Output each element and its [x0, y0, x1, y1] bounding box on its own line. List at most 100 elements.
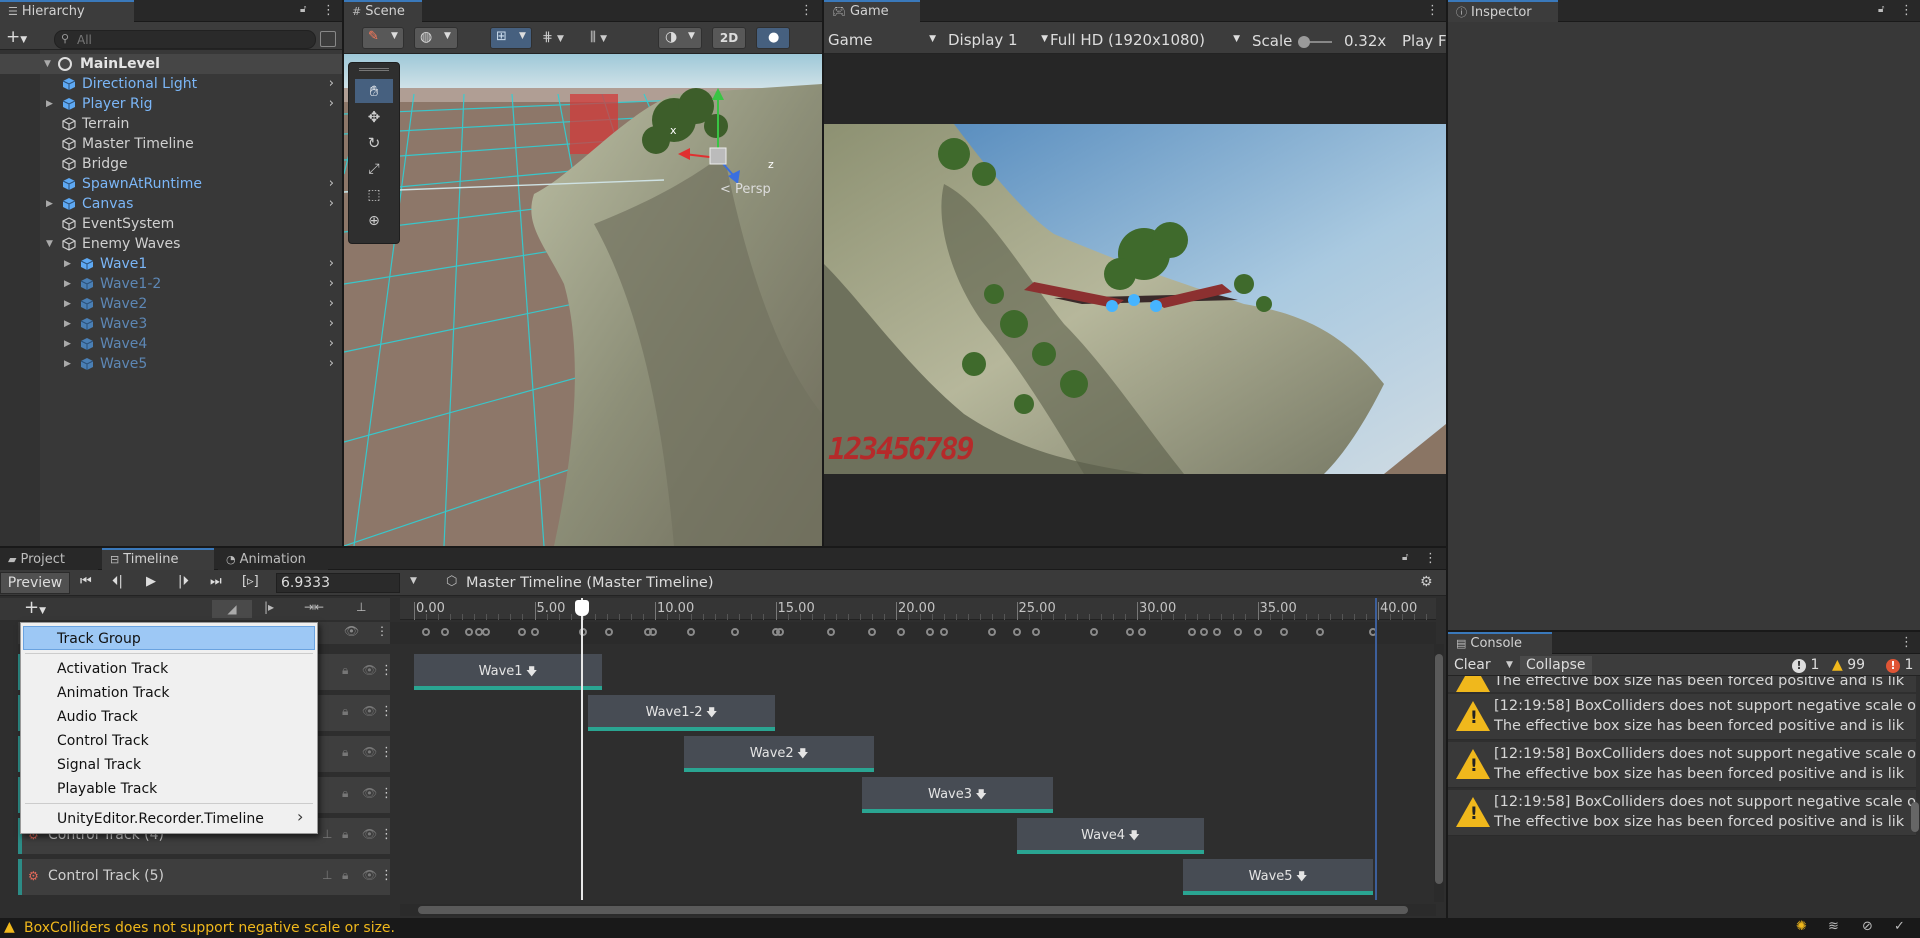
- signal-marker[interactable]: [1200, 628, 1209, 636]
- track-lock-icon[interactable]: 🔒︎: [342, 745, 348, 760]
- hierarchy-item[interactable]: ▼ Enemy Waves: [0, 234, 342, 254]
- hierarchy-item[interactable]: SpawnAtRuntime ›: [0, 174, 342, 194]
- expand-arrow-icon[interactable]: ▼: [44, 54, 51, 74]
- hierarchy-item[interactable]: ▶ Canvas ›: [0, 194, 342, 214]
- hierarchy-search-input[interactable]: ⚲ All: [54, 30, 316, 49]
- expand-arrow-icon[interactable]: ▶: [46, 194, 53, 214]
- open-prefab-chevron-icon[interactable]: ›: [329, 334, 334, 354]
- scrollbar-thumb[interactable]: [418, 906, 1408, 914]
- signal-marker[interactable]: [1188, 628, 1197, 636]
- track-menu-icon[interactable]: ⋮: [380, 745, 393, 760]
- console-row[interactable]: ! [12:19:58] BoxColliders does not suppor…: [1448, 742, 1916, 788]
- track-menu-icon[interactable]: ⋮: [380, 704, 393, 719]
- signal-marker[interactable]: [1212, 628, 1221, 636]
- track-visibility-icon[interactable]: 👁︎: [362, 827, 377, 841]
- signal-marker[interactable]: [776, 628, 785, 636]
- tab-timeline[interactable]: ⊟ Timeline: [102, 548, 214, 570]
- snap-toggle[interactable]: ⊞ ▼: [490, 27, 532, 49]
- signal-marker[interactable]: [1280, 628, 1288, 636]
- signal-marker[interactable]: [1012, 628, 1021, 636]
- lock-icon[interactable]: 🔓︎: [1878, 4, 1888, 15]
- signal-marker[interactable]: [1316, 628, 1325, 636]
- status-message[interactable]: BoxColliders does not support negative s…: [24, 920, 395, 936]
- hierarchy-item[interactable]: Master Timeline: [0, 134, 342, 154]
- open-prefab-chevron-icon[interactable]: ›: [329, 294, 334, 314]
- menu-item[interactable]: Track Group: [57, 629, 141, 649]
- expand-arrow-icon[interactable]: ▶: [64, 334, 71, 354]
- track-visibility-icon[interactable]: 👁︎: [362, 745, 377, 759]
- info-count-toggle[interactable]: ! 1: [1792, 657, 1819, 673]
- goto-end-icon[interactable]: ⏭: [210, 574, 222, 589]
- signal-marker[interactable]: [1125, 628, 1134, 636]
- signal-marker[interactable]: [730, 628, 739, 636]
- slider-thumb[interactable]: [1298, 36, 1310, 48]
- track-visibility-icon[interactable]: 👁︎: [362, 868, 377, 882]
- 2d-toggle[interactable]: 2D: [712, 27, 746, 49]
- open-prefab-chevron-icon[interactable]: ›: [329, 94, 334, 114]
- settings-gear-icon[interactable]: ⚙: [1420, 574, 1433, 590]
- warning-count-toggle[interactable]: ▲ 99: [1832, 657, 1865, 673]
- timeline-clip[interactable]: Wave3 🡇: [862, 777, 1053, 813]
- signal-marker[interactable]: [940, 628, 949, 636]
- rotate-tool-button[interactable]: ↻: [355, 131, 393, 155]
- track-menu-icon[interactable]: ⋮: [380, 663, 393, 678]
- signal-marker[interactable]: [826, 628, 835, 636]
- status-ok-icon[interactable]: ✓: [1894, 919, 1905, 934]
- resolution-dropdown[interactable]: Full HD (1920x1080) ▼: [1050, 31, 1246, 49]
- error-count-toggle[interactable]: ! 1: [1886, 657, 1913, 673]
- add-object-button[interactable]: +▼: [6, 29, 27, 48]
- clear-options-dropdown[interactable]: ▼: [1506, 660, 1513, 670]
- hierarchy-item[interactable]: Terrain: [0, 114, 342, 134]
- play-icon[interactable]: ▶: [146, 574, 156, 589]
- expand-arrow-icon[interactable]: ▶: [64, 274, 71, 294]
- track-menu-icon[interactable]: ⋮: [380, 786, 393, 801]
- persp-label[interactable]: < Persp: [720, 182, 771, 197]
- expand-arrow-icon[interactable]: ▶: [46, 94, 53, 114]
- drag-handle[interactable]: [359, 68, 389, 71]
- timeline-clip[interactable]: Wave2 🡇: [683, 736, 875, 772]
- grid-snap-dropdown[interactable]: ⋕ ▼: [542, 30, 564, 45]
- scene-viewport[interactable]: x z < Persp: [344, 54, 822, 546]
- menu-item[interactable]: Control Track: [57, 731, 149, 751]
- preview-button[interactable]: Preview: [0, 572, 70, 594]
- tab-console[interactable]: ▤ Console: [1448, 632, 1552, 654]
- signal-marker[interactable]: [988, 628, 997, 636]
- hierarchy-item[interactable]: ▶ Player Rig ›: [0, 94, 342, 114]
- menu-item[interactable]: Playable Track: [57, 779, 157, 799]
- more-menu-icon[interactable]: ⋮: [800, 3, 813, 18]
- time-format-dropdown[interactable]: ▼: [410, 576, 417, 586]
- track-pin-icon[interactable]: ⊥: [322, 827, 332, 841]
- scrollbar-thumb[interactable]: [1435, 654, 1443, 884]
- prev-frame-icon[interactable]: ⏴︎|: [112, 574, 123, 589]
- signal-marker[interactable]: [896, 628, 905, 636]
- tab-hierarchy[interactable]: ☰ Hierarchy: [0, 0, 134, 22]
- lock-icon[interactable]: 🔓︎: [300, 4, 310, 15]
- menu-item[interactable]: Audio Track: [57, 707, 138, 727]
- open-prefab-chevron-icon[interactable]: ›: [329, 194, 334, 214]
- curves-toggle-icon[interactable]: ◢: [212, 600, 252, 618]
- more-menu-icon[interactable]: ⋮: [1900, 3, 1913, 18]
- scale-tool-button[interactable]: ⤢: [355, 157, 393, 181]
- hierarchy-item[interactable]: Directional Light ›: [0, 74, 342, 94]
- signal-marker[interactable]: [530, 628, 539, 636]
- more-menu-icon[interactable]: ⋮: [1900, 635, 1913, 650]
- globe-dropdown[interactable]: ◍ ▼: [414, 27, 458, 49]
- timeline-clip[interactable]: Wave4 🡇: [1016, 818, 1205, 854]
- frame-field[interactable]: 6.9333: [276, 573, 400, 593]
- increment-snap-dropdown[interactable]: ⫼ ▼: [590, 30, 607, 45]
- console-row[interactable]: ! [12:19:58] BoxColliders does not suppor…: [1448, 694, 1916, 740]
- menu-item[interactable]: Animation Track: [57, 683, 169, 703]
- more-menu-icon[interactable]: ⋮: [322, 3, 335, 18]
- transform-tool-button[interactable]: ⊕: [355, 209, 393, 233]
- goto-start-icon[interactable]: ⏮: [80, 574, 92, 589]
- menu-item[interactable]: Activation Track: [57, 659, 168, 679]
- timeline-clip[interactable]: Wave1-2 🡇: [587, 695, 776, 731]
- signal-marker[interactable]: [1253, 628, 1262, 636]
- hierarchy-item[interactable]: ▶ Wave3 ›: [0, 314, 342, 334]
- game-view-dropdown[interactable]: Game ▼: [828, 31, 940, 49]
- cache-server-icon[interactable]: ≋: [1828, 919, 1839, 934]
- track-menu-icon[interactable]: ⋮: [380, 827, 393, 842]
- tab-game[interactable]: 🎮︎ Game: [824, 0, 920, 22]
- shading-dropdown[interactable]: ◑ ▼: [658, 27, 702, 49]
- track-visibility-icon[interactable]: 👁︎: [362, 663, 377, 677]
